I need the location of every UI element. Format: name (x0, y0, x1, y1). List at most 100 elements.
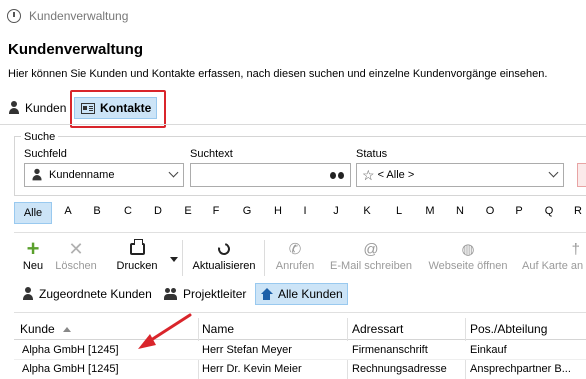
clock-icon (7, 9, 21, 23)
status-label: Status (356, 148, 388, 160)
cell-adressart: Firmenanschrift (352, 344, 428, 356)
letter-alle[interactable]: Alle (14, 202, 52, 224)
projektleiter-button[interactable]: Projektleiter (160, 283, 246, 305)
column-label: Kunde (20, 322, 55, 336)
letter-e[interactable]: E (178, 205, 198, 217)
column-header-abteilung[interactable]: Pos./Abteilung (470, 322, 547, 336)
chevron-down-icon (548, 167, 559, 178)
table-row[interactable]: Alpha GmbH [1245] Herr Dr. Kevin Meier R… (14, 359, 586, 378)
phone-icon: ✆ (288, 241, 302, 258)
cell-name: Herr Stefan Meyer (202, 344, 292, 356)
divider (14, 312, 586, 313)
column-header-adressart[interactable]: Adressart (352, 322, 403, 336)
cell-kunde: Alpha GmbH [1245] (22, 363, 119, 375)
person-icon (32, 168, 43, 182)
plus-icon: + (26, 236, 40, 261)
anrufen-label: Anrufen (275, 260, 315, 272)
alle-kunden-button[interactable]: Alle Kunden (255, 283, 348, 305)
cell-name: Herr Dr. Kevin Meier (202, 363, 302, 375)
letter-h[interactable]: H (268, 205, 288, 217)
suchfeld-value: Kundenname (49, 169, 115, 181)
table-row[interactable]: Alpha GmbH [1245] Herr Stefan Meyer Firm… (14, 341, 586, 360)
filter-bar: Zugeordnete Kunden Projektleiter Alle Ku… (0, 283, 586, 307)
refresh-icon (215, 240, 233, 258)
window-title: Kundenverwaltung (29, 9, 129, 23)
column-header-name[interactable]: Name (202, 322, 234, 336)
letter-g[interactable]: G (237, 205, 257, 217)
chevron-down-icon (168, 167, 179, 178)
cell-kunde: Alpha GmbH [1245] (22, 344, 119, 356)
drucken-dropdown-icon[interactable] (170, 257, 178, 262)
drucken-button[interactable]: Drucken (110, 238, 164, 278)
binoculars-icon[interactable] (330, 170, 344, 180)
person-icon (22, 287, 34, 301)
zugeordnete-kunden-button[interactable]: Zugeordnete Kunden (18, 283, 152, 305)
zugeordnete-label: Zugeordnete Kunden (39, 287, 152, 301)
tab-kunden[interactable]: Kunden (8, 96, 66, 120)
email-button[interactable]: @ E-Mail schreiben (326, 238, 416, 278)
divider (0, 124, 586, 125)
alphabet-filter: Alle A B C D E F G H I J K L M N O P Q R (0, 200, 586, 226)
search-legend: Suche (21, 131, 59, 143)
projektleiter-label: Projektleiter (183, 287, 247, 301)
letter-o[interactable]: O (480, 205, 500, 217)
highlight-annotation (70, 90, 166, 128)
column-header-kunde[interactable]: Kunde (20, 322, 71, 336)
suchtext-label: Suchtext (190, 148, 233, 160)
star-icon: ☆ (362, 166, 375, 183)
webseite-button[interactable]: ◍ Webseite öffnen (424, 238, 512, 278)
cell-adressart: Rechnungsadresse (352, 363, 447, 375)
people-icon (164, 287, 178, 301)
printer-icon (129, 239, 145, 255)
karte-button[interactable]: † Auf Karte an (522, 238, 586, 278)
sort-ascending-icon (62, 327, 71, 333)
anrufen-button[interactable]: ✆ Anrufen (272, 238, 318, 278)
toolbar-separator (264, 240, 265, 276)
letter-k[interactable]: K (357, 205, 377, 217)
status-select[interactable]: ☆ < Alle > (356, 163, 564, 187)
letter-p[interactable]: P (509, 205, 529, 217)
suchfeld-select[interactable]: Kundenname (24, 163, 184, 187)
toolbar: + Neu ✕ Löschen Drucken Aktualisieren ✆ … (0, 238, 586, 282)
email-label: E-Mail schreiben (330, 260, 412, 272)
karte-label: Auf Karte an (522, 260, 584, 272)
loeschen-button[interactable]: ✕ Löschen (52, 238, 100, 278)
letter-f[interactable]: F (206, 205, 226, 217)
contacts-table: Kunde Name Adressart Pos./Abteilung Alph… (14, 318, 586, 379)
house-icon (260, 288, 273, 300)
status-value: < Alle > (377, 169, 415, 181)
letter-r[interactable]: R (568, 205, 586, 217)
letter-m[interactable]: M (420, 205, 440, 217)
divider (14, 232, 586, 233)
globe-icon: ◍ (461, 241, 475, 258)
cell-abteilung: Einkauf (470, 344, 507, 356)
at-icon: @ (363, 240, 379, 258)
page-subtitle: Hier können Sie Kunden und Kontakte erfa… (8, 68, 548, 80)
neu-button[interactable]: + Neu (18, 238, 48, 278)
letter-i[interactable]: I (295, 205, 315, 217)
clear-search-button[interactable] (577, 163, 586, 187)
drucken-label: Drucken (116, 260, 158, 272)
letter-a[interactable]: A (58, 205, 78, 217)
neu-label: Neu (22, 260, 44, 272)
letter-n[interactable]: N (450, 205, 470, 217)
page-title: Kundenverwaltung (8, 41, 144, 58)
toolbar-separator (182, 240, 183, 276)
letter-j[interactable]: J (326, 205, 346, 217)
suchtext-input[interactable] (190, 163, 351, 187)
letter-c[interactable]: C (118, 205, 138, 217)
alle-kunden-label: Alle Kunden (278, 287, 343, 301)
webseite-label: Webseite öffnen (428, 260, 508, 272)
tab-label: Kunden (25, 101, 67, 115)
delete-x-icon: ✕ (68, 238, 84, 259)
loeschen-label: Löschen (55, 260, 97, 272)
aktualisieren-label: Aktualisieren (192, 260, 256, 272)
letter-l[interactable]: L (389, 205, 409, 217)
letter-d[interactable]: D (148, 205, 168, 217)
suchfeld-label: Suchfeld (24, 148, 67, 160)
letter-b[interactable]: B (87, 205, 107, 217)
person-icon (8, 101, 20, 115)
table-header: Kunde Name Adressart Pos./Abteilung (14, 318, 586, 340)
aktualisieren-button[interactable]: Aktualisieren (189, 238, 259, 278)
letter-q[interactable]: Q (539, 205, 559, 217)
